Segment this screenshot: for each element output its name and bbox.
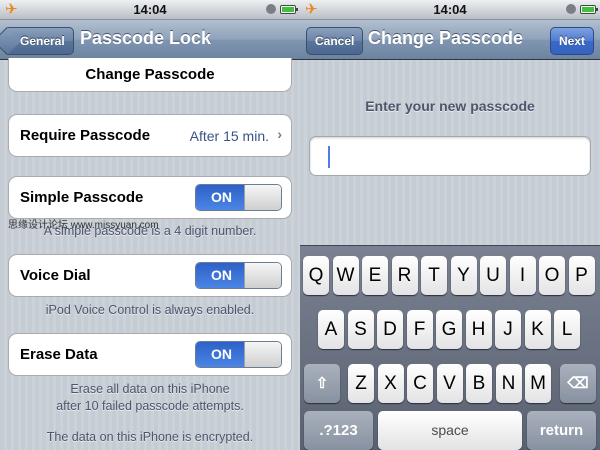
keyboard: QWERTYUIOP ASDFGHJKL ZXCVBNM ⇧ ⌫ .?123 s… [300,245,600,450]
erase-data-label: Erase Data [20,346,98,363]
passcode-input[interactable] [309,136,591,176]
change-passcode-screen: ✈ 14:04 Cancel Change Passcode Next Ente… [300,0,600,450]
change-passcode-cell[interactable]: Change Passcode [8,58,292,92]
require-passcode-value: After 15 min. [189,128,269,144]
status-time: 14:04 [133,2,167,17]
change-passcode-label: Change Passcode [85,66,215,83]
key-b[interactable]: B [466,364,492,403]
key-q[interactable]: Q [303,256,329,295]
key-o[interactable]: O [539,256,565,295]
toggle-knob [244,263,281,288]
erase-data-toggle[interactable]: ON [195,341,282,368]
require-passcode-cell[interactable]: Require Passcode After 15 min. › [8,114,292,157]
voice-dial-toggle[interactable]: ON [195,262,282,289]
erase-data-note-line1: Erase all data on this iPhone [70,382,230,396]
key-v[interactable]: V [436,364,463,403]
shift-key[interactable]: ⇧ [304,364,340,403]
toggle-on-label: ON [196,342,247,367]
battery-icon [580,5,598,14]
nav-bar: General Passcode Lock [0,20,300,60]
key-c[interactable]: C [407,364,433,403]
key-l[interactable]: L [554,310,580,349]
delete-key[interactable]: ⌫ [560,364,596,403]
watermark: 思缘设计论坛 www.missyuan.com [8,220,159,231]
passcode-lock-screen: ✈ 14:04 General Passcode Lock Change Pas… [0,0,300,450]
key-x[interactable]: X [377,364,404,403]
back-button-general[interactable]: General [5,27,74,55]
key-n[interactable]: N [495,364,522,403]
voice-dial-label: Voice Dial [20,267,91,284]
key-a[interactable]: A [318,310,344,349]
status-bar: ✈ 14:04 [300,0,600,20]
toggle-knob [244,185,281,210]
erase-data-note-line2: after 10 failed passcode attempts. [56,399,244,413]
text-caret [328,146,330,168]
key-k[interactable]: K [524,310,551,349]
key-h[interactable]: H [465,310,492,349]
voice-dial-note: iPod Voice Control is always enabled. [45,303,255,317]
key-i[interactable]: I [509,256,536,295]
toggle-on-label: ON [196,185,247,210]
lock-icon [566,4,576,14]
return-key[interactable]: return [527,411,596,450]
toggle-knob [244,342,281,367]
key-t[interactable]: T [421,256,447,295]
key-u[interactable]: U [480,256,506,295]
voice-dial-cell: Voice Dial ON [8,254,292,297]
page-title: Change Passcode [368,28,524,48]
simple-passcode-toggle[interactable]: ON [195,184,282,211]
key-r[interactable]: R [391,256,418,295]
chevron-right-icon: › [277,126,282,142]
key-f[interactable]: F [406,310,433,349]
lock-icon [266,4,276,14]
key-e[interactable]: E [362,256,388,295]
key-w[interactable]: W [332,256,359,295]
key-s[interactable]: S [347,310,374,349]
key-d[interactable]: D [377,310,403,349]
toggle-on-label: ON [196,263,247,288]
battery-icon [280,5,298,14]
key-j[interactable]: J [495,310,521,349]
key-y[interactable]: Y [450,256,477,295]
simple-passcode-cell: Simple Passcode ON [8,176,292,219]
page-title: Passcode Lock [80,28,212,48]
status-bar: ✈ 14:04 [0,0,300,20]
key-z[interactable]: Z [348,364,374,403]
nav-bar: Cancel Change Passcode Next [300,20,600,60]
passcode-prompt: Enter your new passcode [365,98,535,114]
cancel-button[interactable]: Cancel [306,27,364,55]
simple-passcode-label: Simple Passcode [20,189,144,206]
next-button[interactable]: Next [549,27,594,55]
space-key[interactable]: space [378,411,522,450]
require-passcode-label: Require Passcode [20,127,151,144]
key-p[interactable]: P [568,256,595,295]
key-m[interactable]: M [525,364,551,403]
encrypted-note: The data on this iPhone is encrypted. [46,430,254,444]
key-g[interactable]: G [436,310,462,349]
status-time: 14:04 [433,2,467,17]
numbers-key[interactable]: .?123 [304,411,373,450]
erase-data-cell: Erase Data ON [8,333,292,376]
